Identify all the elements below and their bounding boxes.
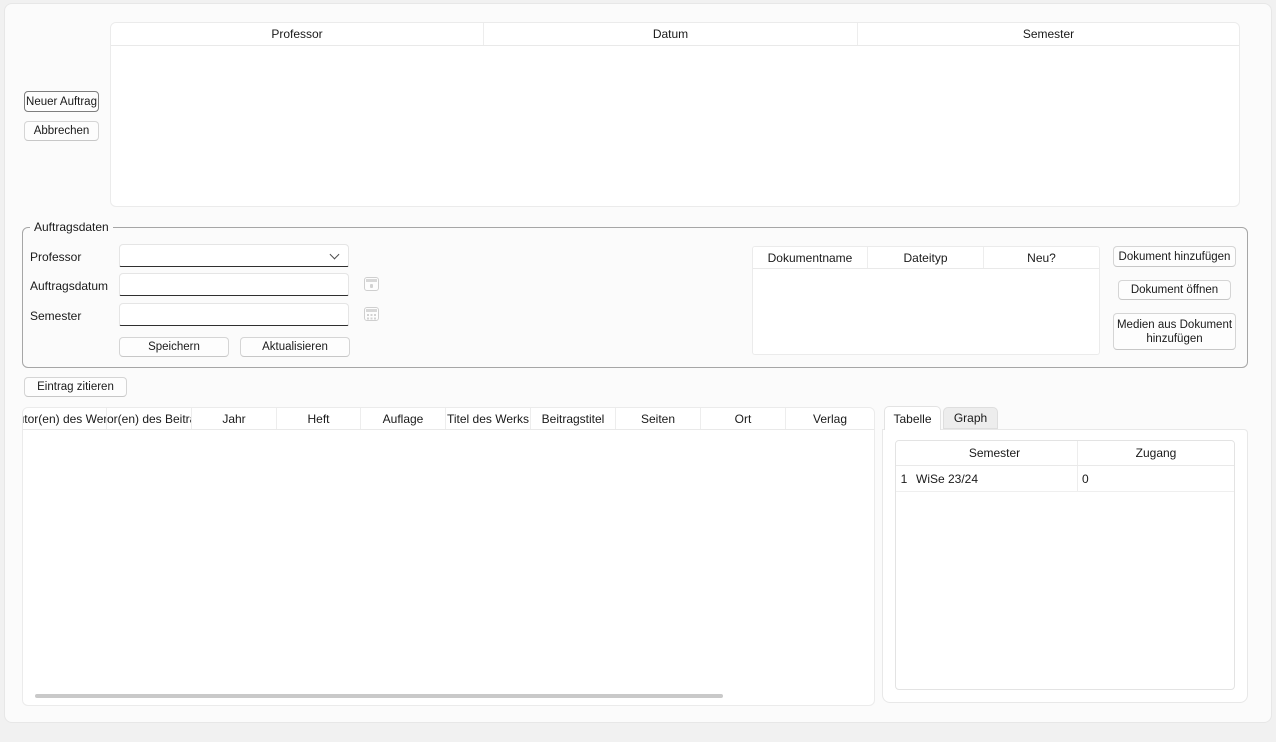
- order-date-label: Auftragsdatum: [30, 279, 108, 293]
- citation-col-issue[interactable]: Heft: [277, 408, 361, 429]
- stats-row-zugang: 0: [1078, 466, 1234, 491]
- professor-combobox-input[interactable]: [120, 245, 348, 266]
- calendar-icon[interactable]: [364, 307, 379, 321]
- tab-graph[interactable]: Graph: [943, 407, 998, 429]
- stats-row-number: 1: [896, 472, 912, 486]
- cancel-button[interactable]: Abbrechen: [24, 121, 99, 141]
- professor-combobox[interactable]: [119, 244, 349, 267]
- citation-col-pages[interactable]: Seiten: [616, 408, 701, 429]
- new-order-button[interactable]: Neuer Auftrag: [24, 91, 99, 112]
- citation-col-year[interactable]: Jahr: [192, 408, 277, 429]
- cite-entry-button[interactable]: Eintrag zitieren: [24, 377, 127, 397]
- documents-table-body: [753, 269, 1099, 355]
- save-button[interactable]: Speichern: [119, 337, 229, 357]
- citation-table: Autor(en) des Werks Autor(en) des Beitra…: [22, 407, 875, 706]
- citation-col-work-authors[interactable]: Autor(en) des Werks: [23, 408, 107, 429]
- citation-table-header: Autor(en) des Werks Autor(en) des Beitra…: [23, 408, 874, 430]
- orders-col-semester[interactable]: Semester: [858, 23, 1239, 45]
- refresh-button[interactable]: Aktualisieren: [240, 337, 350, 357]
- citation-col-work-title[interactable]: Titel des Werks: [446, 408, 531, 429]
- stats-table: Semester Zugang 1 WiSe 23/24 0: [895, 440, 1235, 690]
- documents-col-new[interactable]: Neu?: [984, 247, 1099, 268]
- documents-table-header: Dokumentname Dateityp Neu?: [753, 247, 1099, 269]
- order-date-field[interactable]: [119, 273, 349, 296]
- citation-col-contribution-title[interactable]: Beitragstitel: [531, 408, 616, 429]
- citation-table-body: [23, 430, 874, 692]
- professor-label: Professor: [30, 250, 81, 264]
- stats-col-semester[interactable]: Semester: [912, 441, 1078, 465]
- documents-col-filetype[interactable]: Dateityp: [868, 247, 984, 268]
- calendar-today-icon[interactable]: [364, 277, 379, 291]
- documents-table: Dokumentname Dateityp Neu?: [752, 246, 1100, 355]
- orders-table: Professor Datum Semester: [110, 22, 1240, 207]
- citation-col-contribution-authors[interactable]: Autor(en) des Beitrags: [107, 408, 192, 429]
- citation-col-publisher[interactable]: Verlag: [786, 408, 874, 429]
- semester-field[interactable]: [119, 303, 349, 326]
- orders-col-datum[interactable]: Datum: [484, 23, 858, 45]
- citation-col-place[interactable]: Ort: [701, 408, 786, 429]
- semester-input[interactable]: [120, 304, 348, 325]
- orders-table-header: Professor Datum Semester: [111, 23, 1239, 46]
- order-form-title: Auftragsdaten: [30, 220, 113, 234]
- orders-table-body: [111, 46, 1239, 207]
- stats-col-rownum: [896, 441, 912, 465]
- citation-col-edition[interactable]: Auflage: [361, 408, 446, 429]
- citation-table-hscrollbar[interactable]: [35, 694, 723, 698]
- add-media-from-document-button[interactable]: Medien aus Dokument hinzufügen: [1113, 313, 1236, 350]
- orders-col-professor[interactable]: Professor: [111, 23, 484, 45]
- order-date-input[interactable]: [120, 274, 348, 295]
- stats-col-zugang[interactable]: Zugang: [1078, 441, 1234, 465]
- open-document-button[interactable]: Dokument öffnen: [1118, 280, 1231, 300]
- tab-tabelle[interactable]: Tabelle: [884, 406, 941, 430]
- add-document-button[interactable]: Dokument hinzufügen: [1113, 246, 1236, 267]
- app-window: { "orders_table": { "columns": ["Profess…: [0, 0, 1276, 742]
- stats-table-header: Semester Zugang: [896, 441, 1234, 466]
- stats-table-row[interactable]: 1 WiSe 23/24 0: [896, 466, 1234, 492]
- semester-label: Semester: [30, 309, 81, 323]
- stats-row-semester: WiSe 23/24: [912, 466, 1078, 491]
- documents-col-name[interactable]: Dokumentname: [753, 247, 868, 268]
